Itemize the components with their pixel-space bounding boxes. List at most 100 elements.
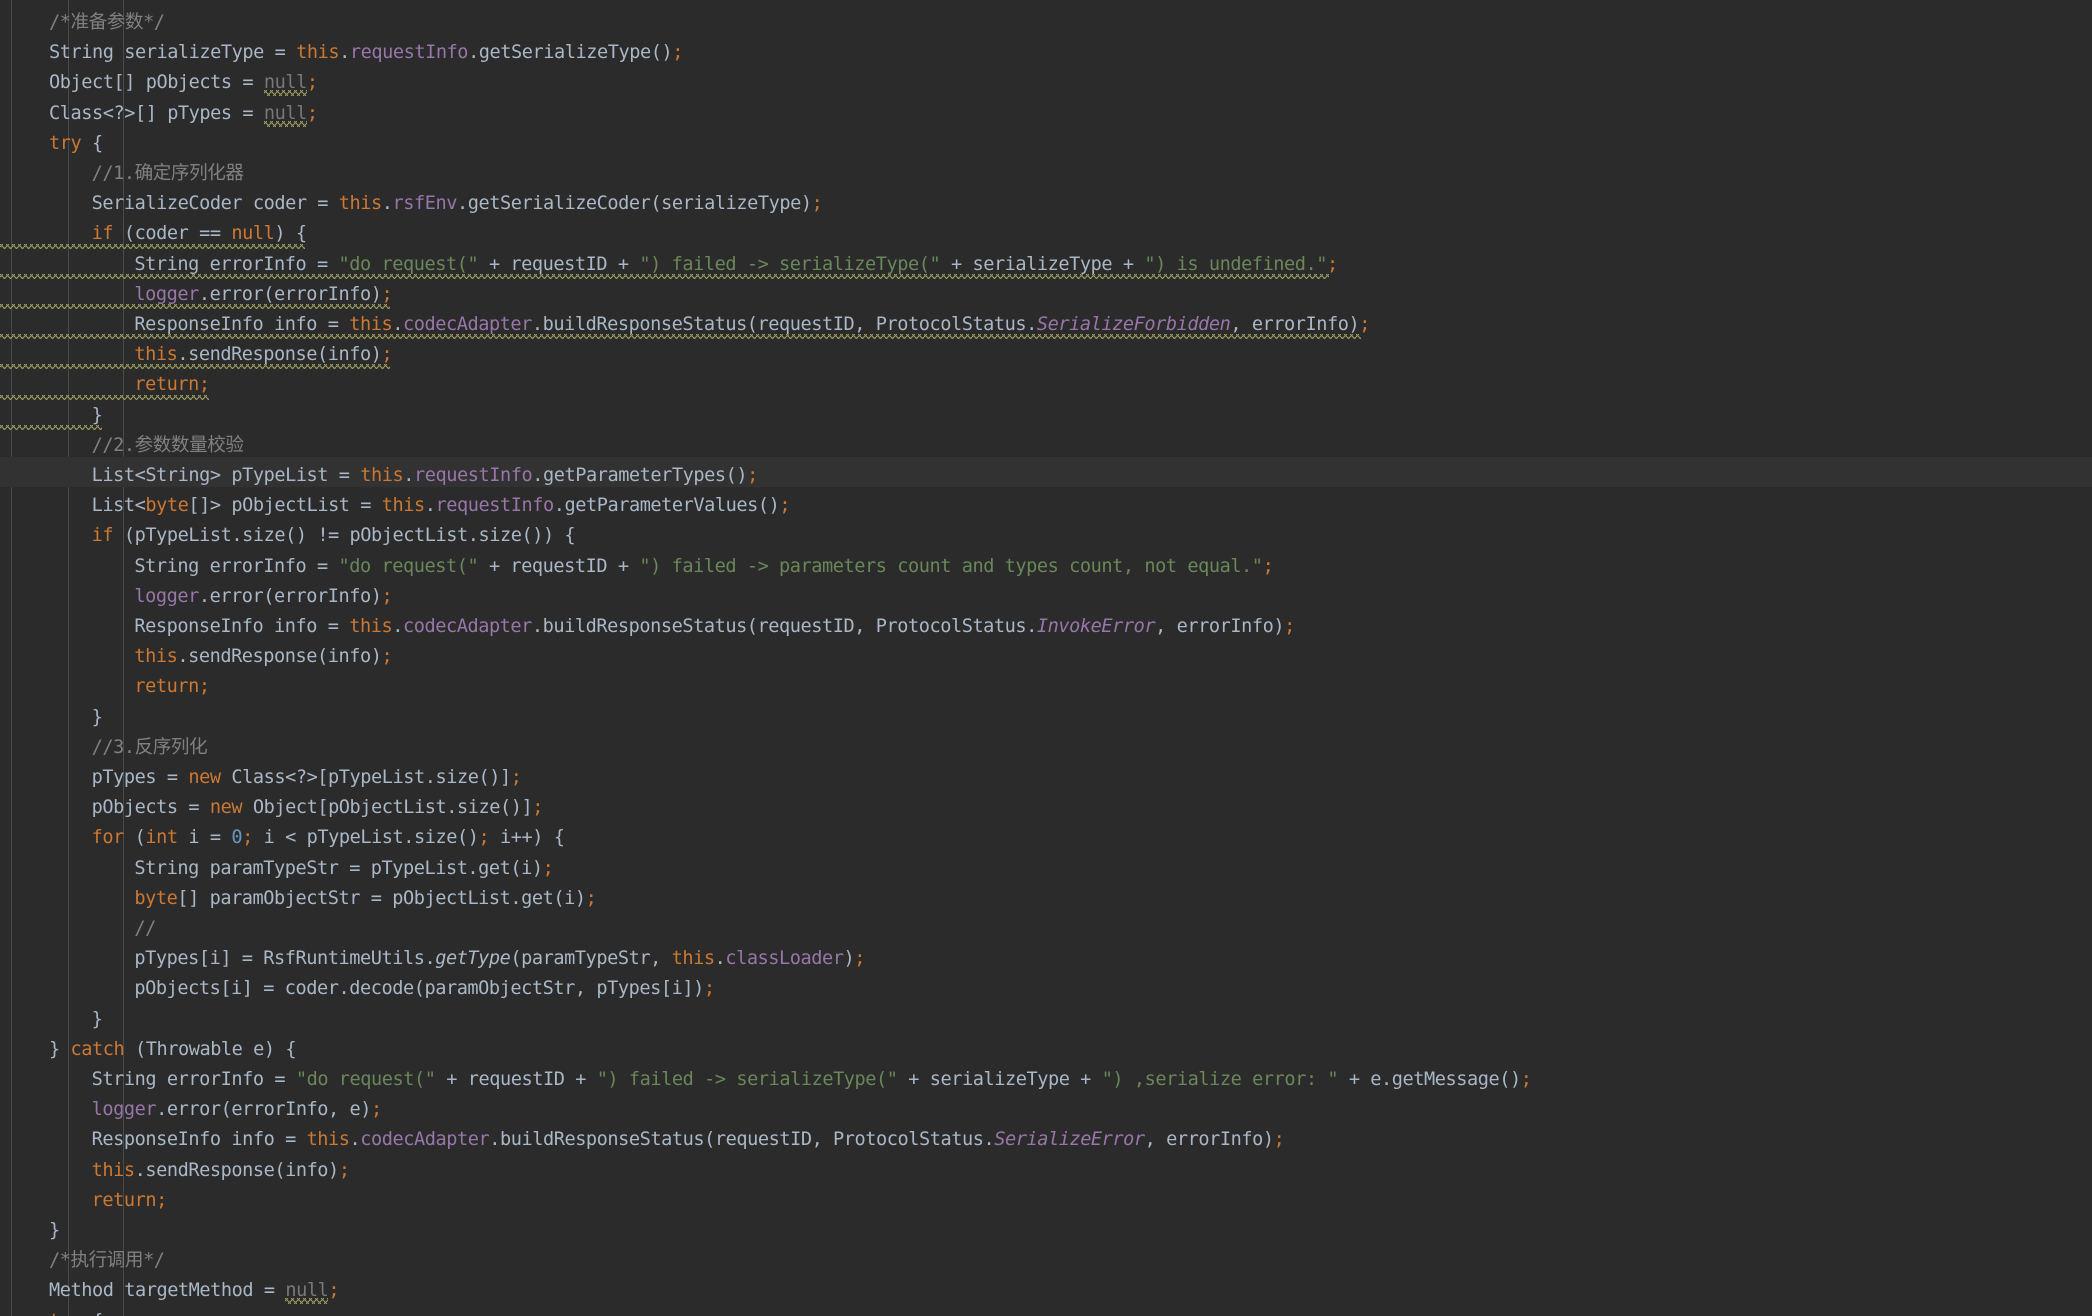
code-line[interactable]: return; — [0, 672, 210, 702]
code-token: { — [81, 1311, 103, 1316]
code-line[interactable]: } — [0, 1005, 103, 1035]
code-line[interactable]: this.sendResponse(info); — [0, 1156, 350, 1186]
code-token: (pTypeList.size() != pObjectList.size())… — [113, 525, 576, 547]
code-token: logger — [134, 585, 199, 607]
code-token: . — [714, 948, 726, 970]
code-token: ; — [1262, 555, 1274, 577]
code-token: ; — [156, 1189, 167, 1211]
code-token: ; — [854, 948, 866, 970]
code-token: null — [231, 223, 275, 245]
code-token: .buildResponseStatus(requestID, Protocol… — [489, 1129, 995, 1151]
code-line[interactable]: } — [0, 401, 103, 431]
code-line[interactable]: return; — [0, 1186, 168, 1216]
code-token: this — [134, 646, 178, 668]
code-token: InvokeError — [1036, 616, 1156, 637]
code-token: int — [145, 827, 178, 849]
code-line[interactable]: logger.error(errorInfo, e); — [0, 1095, 383, 1125]
code-token: ; — [381, 283, 393, 305]
code-token: ; — [510, 767, 522, 788]
code-token: pTypes[i] = RsfRuntimeUtils. — [134, 948, 436, 970]
code-token: ; — [371, 1099, 382, 1121]
code-token: List< — [91, 495, 146, 517]
code-token: ; — [779, 495, 791, 517]
code-editor[interactable]: /*准备参数*/String serializeType = this.requ… — [0, 0, 2092, 1316]
code-line[interactable]: logger.error(errorInfo); — [0, 582, 392, 612]
code-line[interactable]: return; — [0, 370, 210, 400]
code-line[interactable]: ResponseInfo info = this.codecAdapter.bu… — [0, 1125, 1285, 1155]
code-token: , errorInfo) — [1230, 314, 1360, 335]
code-line[interactable]: Object[] pObjects = null; — [0, 68, 318, 98]
code-token: ; — [338, 1159, 350, 1181]
code-line[interactable]: String serializeType = this.requestInfo.… — [0, 38, 683, 68]
code-token: ) { — [274, 223, 307, 245]
code-token: catch — [70, 1038, 125, 1060]
code-line[interactable]: String errorInfo = "do request(" + reque… — [0, 552, 1273, 582]
code-token: Object[] pObjects = — [49, 72, 264, 94]
code-token: String paramTypeStr = pTypeList.get(i) — [134, 857, 543, 879]
code-line[interactable]: } — [0, 703, 103, 733]
code-line[interactable]: this.sendResponse(info); — [0, 340, 393, 370]
code-line[interactable]: logger.error(errorInfo); — [0, 280, 393, 310]
code-line[interactable]: this.sendResponse(info); — [0, 642, 392, 672]
code-line[interactable]: String errorInfo = "do request(" + reque… — [0, 1065, 1532, 1095]
code-line[interactable]: try { — [0, 1307, 103, 1316]
code-line[interactable]: for (int i = 0; i < pTypeList.size(); i+… — [0, 823, 565, 853]
code-token: ; — [242, 827, 253, 849]
code-line[interactable]: pObjects = new Object[pObjectList.size()… — [0, 793, 544, 823]
code-line[interactable]: SerializeCoder coder = this.rsfEnv.getSe… — [0, 189, 823, 219]
code-token: pObjects[i] = coder.decode(paramObjectSt… — [134, 978, 704, 1000]
code-line[interactable]: ResponseInfo info = this.codecAdapter.bu… — [0, 612, 1295, 642]
code-token: rsfEnv — [392, 193, 458, 215]
code-token: ; — [381, 585, 393, 607]
code-token: this — [134, 344, 178, 366]
code-token: this — [91, 1159, 135, 1181]
code-line[interactable]: List<byte[]> pObjectList = this.requestI… — [0, 491, 791, 521]
code-token: (coder == — [113, 223, 232, 245]
warning-squiggle — [0, 364, 391, 370]
code-token: ; — [198, 676, 210, 698]
code-token: ") ,serialize error: " — [1101, 1069, 1339, 1090]
code-token: codecAdapter — [402, 616, 532, 637]
code-line[interactable]: // — [0, 914, 156, 944]
code-token: i = — [177, 827, 232, 849]
code-token: codecAdapter — [402, 314, 532, 335]
code-line[interactable]: byte[] paramObjectStr = pObjectList.get(… — [0, 884, 596, 914]
code-line[interactable]: //2.参数数量校验 — [0, 431, 244, 461]
code-line[interactable]: pTypes = new Class<?>[pTypeList.size()]; — [0, 763, 522, 793]
code-line[interactable]: //3.反序列化 — [0, 733, 208, 763]
code-line[interactable]: /*执行调用*/ — [0, 1246, 165, 1276]
code-line[interactable]: String errorInfo = "do request(" + reque… — [0, 250, 1338, 280]
code-token: String serializeType = — [49, 42, 297, 64]
code-token: ; — [811, 193, 823, 215]
code-line[interactable]: pObjects[i] = coder.decode(paramObjectSt… — [0, 974, 715, 1004]
code-token: .getSerializeType() — [468, 42, 673, 64]
code-token: ; — [306, 72, 318, 94]
code-token: .error(errorInfo) — [198, 585, 382, 607]
code-token: this — [360, 465, 404, 486]
code-line[interactable]: List<String> pTypeList = this.requestInf… — [0, 461, 759, 491]
code-token: ; — [478, 827, 490, 849]
code-line[interactable]: Method targetMethod = null; — [0, 1276, 340, 1306]
code-line[interactable]: Class<?>[] pTypes = null; — [0, 99, 318, 129]
code-line[interactable]: pTypes[i] = RsfRuntimeUtils.getType(para… — [0, 944, 865, 974]
code-line[interactable]: /*准备参数*/ — [0, 8, 165, 38]
code-token: new — [209, 797, 243, 819]
code-line[interactable]: //1.确定序列化器 — [0, 159, 244, 189]
code-token: return — [134, 374, 199, 396]
code-line[interactable]: if (coder == null) { — [0, 219, 307, 249]
code-token: SerializeError — [994, 1129, 1145, 1151]
warning-squiggle — [0, 243, 306, 249]
code-token: codecAdapter — [360, 1129, 490, 1151]
code-token: logger — [91, 1099, 157, 1121]
code-token: { — [81, 132, 103, 154]
code-token: (Throwable e) { — [124, 1038, 297, 1060]
code-token: + e.getMessage() — [1338, 1069, 1521, 1090]
code-line[interactable]: } — [0, 1216, 60, 1246]
code-line[interactable]: ResponseInfo info = this.codecAdapter.bu… — [0, 310, 1370, 340]
code-line[interactable]: } catch (Throwable e) { — [0, 1035, 297, 1065]
code-line[interactable]: String paramTypeStr = pTypeList.get(i); — [0, 854, 553, 884]
code-line[interactable]: try { — [0, 129, 103, 159]
code-line[interactable]: if (pTypeList.size() != pObjectList.size… — [0, 521, 576, 551]
code-token: ; — [381, 646, 393, 668]
code-token: .getParameterTypes() — [532, 465, 748, 486]
